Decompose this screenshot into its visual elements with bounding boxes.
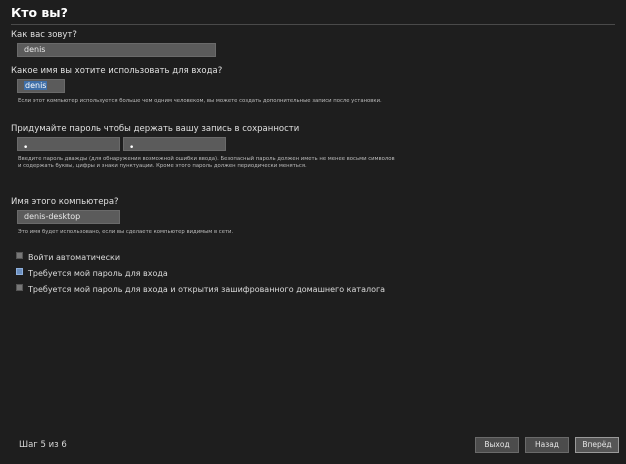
login-hint: Если этот компьютер используется больше … <box>18 98 382 104</box>
step-indicator: Шаг 5 из 6 <box>19 440 67 450</box>
name-label: Как вас зовут? <box>11 30 77 40</box>
login-value: denis <box>24 81 48 90</box>
password-hint: Введите пароль дважды (для обнаружения в… <box>18 156 395 169</box>
back-button[interactable]: Назад <box>525 437 569 453</box>
computer-label: Имя этого компьютера? <box>11 197 119 207</box>
option-encrypt-home-label: Требуется мой пароль для входа и открыти… <box>28 285 386 294</box>
password-field[interactable]: • <box>17 137 120 153</box>
password-value: • <box>23 143 29 153</box>
quit-button[interactable]: Выход <box>475 437 519 453</box>
name-value: denis <box>24 45 46 54</box>
option-auto-login-label: Войти автоматически <box>28 253 121 262</box>
computer-field[interactable]: denis-desktop <box>17 210 120 224</box>
title-divider <box>11 24 615 25</box>
option-require-password[interactable]: Требуется мой пароль для входа <box>16 268 168 278</box>
radio-require-password[interactable] <box>16 268 23 275</box>
password-confirm-value: • <box>129 143 135 153</box>
password-label: Придумайте пароль чтобы держать вашу зап… <box>11 124 300 134</box>
page-title: Кто вы? <box>11 5 68 20</box>
radio-auto-login[interactable] <box>16 252 23 259</box>
computer-value: denis-desktop <box>24 212 81 221</box>
password-confirm-field[interactable]: • <box>123 137 226 153</box>
computer-hint: Это имя будет использовано, если вы сдел… <box>18 229 234 235</box>
option-require-password-label: Требуется мой пароль для входа <box>28 269 168 278</box>
forward-button[interactable]: Вперёд <box>575 437 619 453</box>
radio-encrypt-home[interactable] <box>16 284 23 291</box>
login-field[interactable]: denis <box>17 79 65 93</box>
name-field[interactable]: denis <box>17 43 216 57</box>
login-label: Какое имя вы хотите использовать для вхо… <box>11 66 223 76</box>
option-auto-login[interactable]: Войти автоматически <box>16 252 120 262</box>
option-encrypt-home[interactable]: Требуется мой пароль для входа и открыти… <box>16 284 385 294</box>
